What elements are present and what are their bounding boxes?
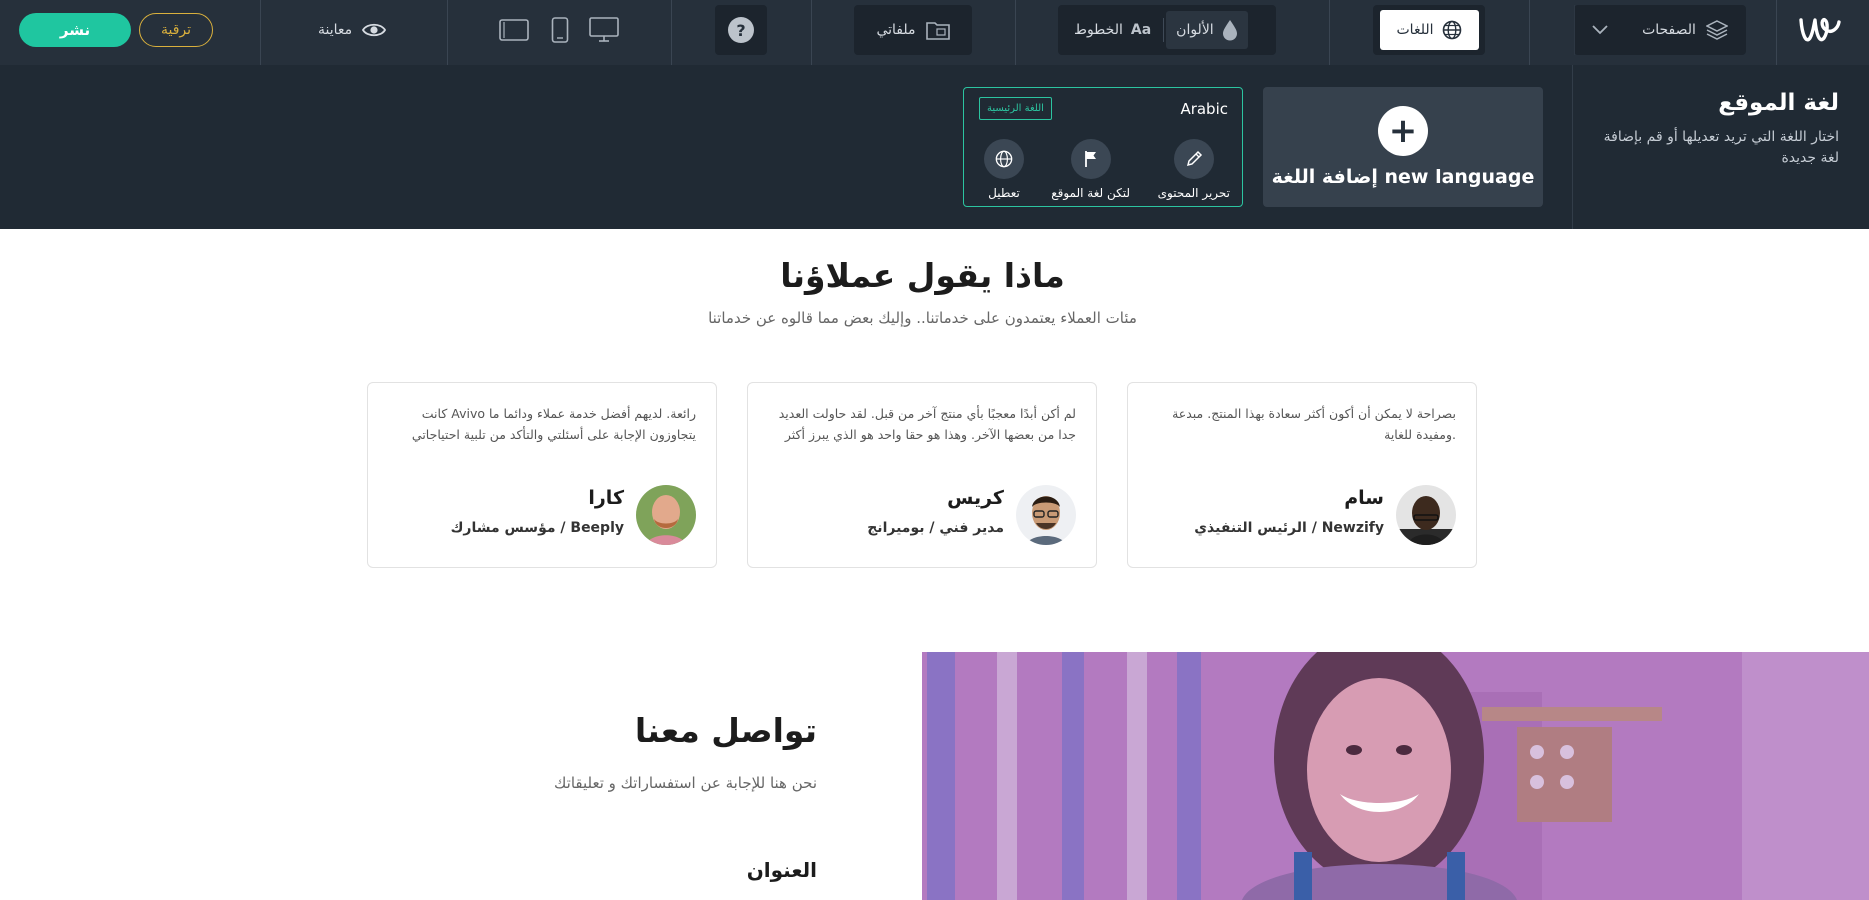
- droplet-icon: [1222, 20, 1237, 41]
- flag-icon: [1070, 139, 1111, 179]
- toolbar-divider: [1015, 0, 1016, 65]
- files-label: ملفاتي: [876, 22, 916, 38]
- toolbar-divider: [447, 0, 448, 65]
- upgrade-button[interactable]: ترقية: [139, 13, 213, 47]
- languages-button-wrap: اللغات: [1373, 5, 1485, 55]
- top-toolbar: نشر ترقية معاينة ? ملفاتي الخطوط Aa الأل…: [0, 0, 1869, 65]
- toolbar-divider: [671, 0, 672, 65]
- testimonials-title: ماذا يقول عملاؤنا: [780, 256, 1065, 295]
- testimonial-role: مؤسس مشارك / Beeply: [450, 520, 624, 536]
- pencil-icon: [1173, 139, 1214, 179]
- panel-title: لغة الموقع: [1718, 90, 1839, 116]
- testimonial-card: بصراحة لا يمكن أن أكون أكثر سعادة بهذا ا…: [1127, 382, 1477, 568]
- set-site-language-button[interactable]: لتكن لغة الموقع: [1051, 139, 1130, 200]
- fonts-icon: Aa: [1130, 22, 1152, 38]
- colors-button[interactable]: الألوان: [1166, 11, 1248, 49]
- languages-label: اللغات: [1396, 22, 1434, 38]
- edit-content-button[interactable]: تحرير المحتوى: [1158, 139, 1230, 200]
- logo-icon: [1799, 17, 1841, 42]
- disable-language-button[interactable]: تعطيل: [984, 139, 1024, 200]
- languages-button[interactable]: اللغات: [1379, 10, 1479, 50]
- address-label: العنوان: [746, 858, 817, 882]
- fonts-colors-group: الخطوط Aa الألوان: [1058, 5, 1276, 55]
- main-language-badge: اللغة الرئيسية: [979, 97, 1052, 120]
- avatar: [636, 485, 696, 545]
- testimonial-card: كانت Avivo رائعة. لديهم أفضل خدمة عملاء …: [367, 382, 717, 568]
- desktop-icon[interactable]: [588, 16, 620, 44]
- contact-subtitle: نحن هنا للإجابة عن استفساراتك و تعليقاتك: [554, 774, 817, 792]
- testimonial-role: مدير فني / بوميرانج: [867, 520, 1004, 536]
- testimonial-role: الرئيس التنفيذي / Newzify: [1194, 520, 1384, 536]
- pages-dropdown: الصفحات: [1574, 5, 1746, 55]
- eye-icon: [362, 23, 387, 37]
- testimonial-card: لم أكن أبدًا معجبًا بأي منتج آخر من قبل.…: [747, 382, 1097, 568]
- preview-label: معاينة: [318, 22, 353, 38]
- fonts-label: الخطوط: [1074, 22, 1123, 38]
- globe-icon: [984, 139, 1024, 179]
- publish-button[interactable]: نشر: [19, 13, 131, 47]
- fonts-button[interactable]: الخطوط Aa: [1064, 11, 1161, 49]
- folder-icon: [925, 22, 950, 40]
- layers-icon: [1705, 20, 1728, 40]
- my-files-button[interactable]: ملفاتي: [854, 5, 972, 55]
- plus-icon: +: [1378, 106, 1428, 156]
- contact-hero-image: [922, 652, 1869, 900]
- language-panel: لغة الموقع اختار اللغة التي تريد تعديلها…: [0, 65, 1869, 229]
- avatar: [1016, 485, 1076, 545]
- tablet-landscape-icon[interactable]: [498, 16, 530, 44]
- mobile-icon[interactable]: [544, 16, 576, 44]
- chevron-down-icon[interactable]: [1574, 5, 1624, 55]
- toolbar-divider: [1329, 0, 1330, 65]
- pages-button[interactable]: الصفحات: [1624, 19, 1746, 41]
- panel-subtitle: اختار اللغة التي تريد تعديلها أو قم بإضا…: [1603, 129, 1839, 166]
- testimonial-name: كريس: [947, 487, 1004, 509]
- fonts-colors-divider: [1163, 18, 1165, 42]
- colors-label: الألوان: [1176, 22, 1214, 38]
- help-button-wrap: ?: [715, 5, 767, 55]
- add-language-label: إضافة اللغة new language: [1271, 166, 1535, 188]
- testimonial-name: كارا: [588, 487, 624, 509]
- toolbar-divider: [1776, 0, 1777, 65]
- contact-title: تواصل معنا: [634, 711, 817, 750]
- avatar: [1396, 485, 1456, 545]
- testimonial-quote: لم أكن أبدًا معجبًا بأي منتج آخر من قبل.…: [778, 406, 1076, 442]
- pages-label: الصفحات: [1642, 22, 1696, 38]
- testimonial-quote: كانت Avivo رائعة. لديهم أفضل خدمة عملاء …: [411, 406, 696, 442]
- set-site-language-label: لتكن لغة الموقع: [1051, 186, 1130, 200]
- testimonial-quote: بصراحة لا يمكن أن أكون أكثر سعادة بهذا ا…: [1172, 406, 1456, 442]
- add-language-button[interactable]: + إضافة اللغة new language: [1263, 87, 1543, 207]
- globe-icon: [1442, 20, 1461, 40]
- panel-divider: [1572, 65, 1573, 229]
- toolbar-divider: [260, 0, 261, 65]
- edit-content-label: تحرير المحتوى: [1157, 186, 1230, 200]
- help-icon[interactable]: ?: [728, 17, 754, 43]
- testimonial-name: سام: [1344, 487, 1384, 509]
- toolbar-divider: [1529, 0, 1530, 65]
- disable-language-label: تعطيل: [988, 186, 1020, 200]
- preview-button[interactable]: معاينة: [318, 18, 387, 42]
- testimonials-subtitle: مئات العملاء يعتمدون على خدماتنا.. وإليك…: [708, 309, 1137, 327]
- language-card-arabic: Arabic اللغة الرئيسية تحرير المحتوى لتكن…: [963, 87, 1243, 207]
- app-logo[interactable]: [1796, 8, 1844, 52]
- language-name: Arabic: [1180, 100, 1228, 118]
- toolbar-divider: [811, 0, 812, 65]
